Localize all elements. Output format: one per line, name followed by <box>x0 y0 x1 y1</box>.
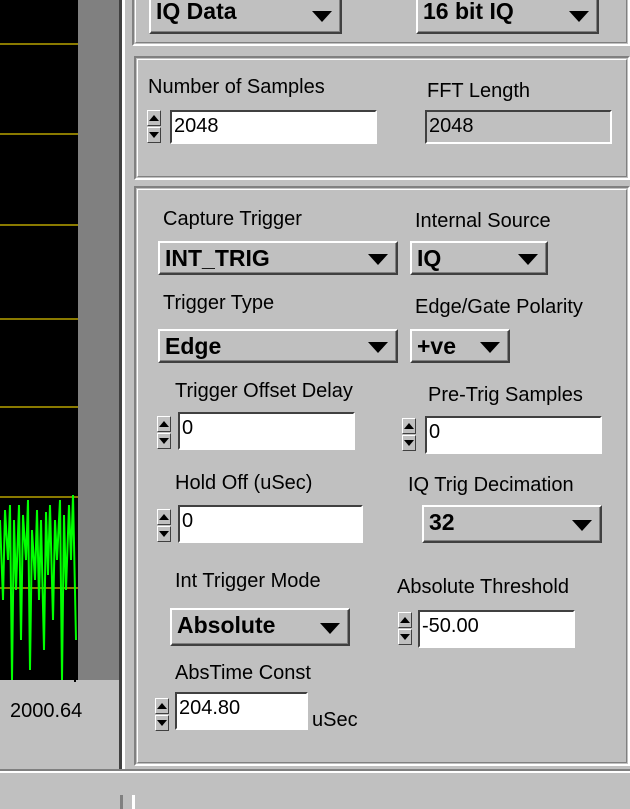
int-trigger-mode-ring[interactable]: Absolute <box>170 608 350 646</box>
increment-arrow-icon[interactable] <box>147 110 161 126</box>
trigger-type-ring[interactable]: Edge <box>158 329 398 363</box>
abstime-const-unit: uSec <box>312 709 358 731</box>
fft-length-label: FFT Length <box>427 80 531 102</box>
bottom-panel-strip <box>0 769 630 809</box>
edge-gate-polarity-ring[interactable]: +ve <box>410 329 510 363</box>
decrement-arrow-icon[interactable] <box>157 526 171 542</box>
chevron-down-icon <box>569 11 589 22</box>
plot-scale-area <box>78 0 122 680</box>
capture-trigger-value: INT_TRIG <box>165 245 270 271</box>
number-of-samples-field[interactable]: 2048 <box>170 110 377 144</box>
trigger-type-label: Trigger Type <box>163 292 275 314</box>
abstime-const-stepper[interactable] <box>155 698 169 732</box>
pre-trig-samples-field[interactable]: 0 <box>425 416 602 454</box>
abstime-const-label: AbsTime Const <box>175 662 311 684</box>
abstime-const-field[interactable]: 204.80 <box>175 692 308 730</box>
bottom-separator <box>132 795 135 809</box>
format-ring[interactable]: 16 bit IQ <box>416 0 599 34</box>
chevron-down-icon <box>320 623 340 634</box>
chevron-down-icon <box>480 342 500 353</box>
internal-source-ring[interactable]: IQ <box>410 241 548 275</box>
decrement-arrow-icon[interactable] <box>157 433 171 449</box>
absolute-threshold-stepper[interactable] <box>398 612 412 646</box>
number-of-samples-label: Number of Samples <box>148 76 325 98</box>
iq-trig-decimation-label: IQ Trig Decimation <box>408 474 574 496</box>
chevron-down-icon <box>518 254 538 265</box>
waveform-plot[interactable] <box>0 0 78 680</box>
absolute-threshold-label: Absolute Threshold <box>397 576 569 598</box>
fft-length-field: 2048 <box>425 110 612 144</box>
data-format-panel: IQ Data 16 bit IQ <box>132 0 630 46</box>
pre-trig-samples-label: Pre-Trig Samples <box>428 384 583 406</box>
internal-source-label: Internal Source <box>415 210 551 232</box>
trigger-offset-delay-stepper[interactable] <box>157 416 171 450</box>
increment-arrow-icon[interactable] <box>155 698 169 714</box>
trigger-offset-delay-field[interactable]: 0 <box>178 412 355 450</box>
panel-divider <box>122 0 125 769</box>
chevron-down-icon <box>312 11 332 22</box>
trigger-offset-delay-label: Trigger Offset Delay <box>175 380 353 402</box>
int-trigger-mode-value: Absolute <box>177 612 276 638</box>
data-type-ring[interactable]: IQ Data <box>149 0 342 34</box>
hold-off-label: Hold Off (uSec) <box>175 472 313 494</box>
int-trigger-mode-label: Int Trigger Mode <box>175 570 321 592</box>
decrement-arrow-icon[interactable] <box>147 127 161 143</box>
trigger-type-value: Edge <box>165 333 222 359</box>
capture-trigger-label: Capture Trigger <box>163 208 302 230</box>
hold-off-field[interactable]: 0 <box>178 505 363 543</box>
increment-arrow-icon[interactable] <box>402 418 416 434</box>
edge-gate-polarity-value: +ve <box>417 333 457 359</box>
decrement-arrow-icon[interactable] <box>402 435 416 451</box>
iq-trig-decimation-ring[interactable]: 32 <box>422 505 602 543</box>
number-of-samples-stepper[interactable] <box>147 110 161 144</box>
internal-source-value: IQ <box>417 245 442 271</box>
pre-trig-samples-stepper[interactable] <box>402 418 416 452</box>
chevron-down-icon <box>572 520 592 531</box>
increment-arrow-icon[interactable] <box>398 612 412 628</box>
data-type-ring-value: IQ Data <box>156 0 237 24</box>
bottom-divider <box>0 771 630 773</box>
decrement-arrow-icon[interactable] <box>155 715 169 731</box>
absolute-threshold-field[interactable]: -50.00 <box>418 610 575 648</box>
increment-arrow-icon[interactable] <box>157 509 171 525</box>
edge-gate-polarity-label: Edge/Gate Polarity <box>415 296 583 318</box>
capture-trigger-ring[interactable]: INT_TRIG <box>158 241 398 275</box>
format-ring-value: 16 bit IQ <box>423 0 514 24</box>
plot-trace <box>0 494 77 680</box>
hold-off-stepper[interactable] <box>157 509 171 543</box>
chevron-down-icon <box>368 342 388 353</box>
increment-arrow-icon[interactable] <box>157 416 171 432</box>
chevron-down-icon <box>368 254 388 265</box>
x-axis-tick-label: 2000.64 <box>10 700 83 722</box>
iq-trig-decimation-value: 32 <box>429 509 455 535</box>
x-axis-tick <box>74 664 76 682</box>
bottom-separator <box>120 795 123 809</box>
decrement-arrow-icon[interactable] <box>398 629 412 645</box>
